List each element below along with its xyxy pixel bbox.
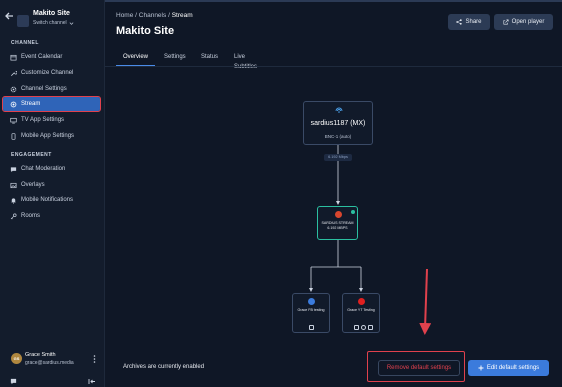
chevron-down-icon — [69, 21, 74, 25]
destination-toggle[interactable] — [368, 325, 373, 330]
gear-icon — [10, 86, 17, 92]
tab-status[interactable]: Status — [194, 52, 225, 66]
sidebar-item-chat-moderation[interactable]: Chat Moderation — [3, 162, 100, 176]
open-player-label: Open player — [511, 19, 545, 25]
open-player-button[interactable]: Open player — [494, 14, 553, 30]
remove-default-settings-label: Remove default settings — [386, 365, 452, 371]
image-icon — [10, 182, 17, 188]
destination-toggle[interactable] — [309, 325, 314, 330]
sidebar-item-label: Channel Settings — [21, 86, 67, 92]
calendar-icon — [10, 54, 17, 60]
destination-title: Grace FB testing — [297, 308, 325, 312]
sidebar-item-label: Event Calendar — [21, 54, 63, 60]
more-options-icon[interactable] — [92, 354, 97, 364]
phone-icon — [11, 132, 16, 140]
annotation-arrow — [419, 268, 432, 335]
destination-facebook[interactable]: Grace FB testing — [292, 293, 330, 333]
tab-overview[interactable]: Overview — [116, 52, 156, 66]
sidebar-item-label: Mobile App Settings — [21, 133, 75, 139]
destination-settings-icon[interactable] — [354, 325, 359, 330]
back-arrow-icon[interactable] — [4, 11, 14, 21]
user-profile: GS Grace Smith grace@sardius.media — [0, 346, 105, 372]
share-button[interactable]: Share — [448, 14, 490, 30]
bitrate-badge: 6.192 Mbps — [324, 154, 352, 161]
section-label-channel: CHANNEL — [11, 40, 39, 46]
avatar[interactable]: GS — [11, 353, 22, 364]
breadcrumb-current: Stream — [171, 12, 193, 19]
feedback-icon[interactable] — [10, 378, 17, 385]
sidebar-item-customize-channel[interactable]: Customize Channel — [3, 66, 100, 80]
sidebar-item-mobile-app-settings[interactable]: Mobile App Settings — [3, 129, 100, 143]
destination-youtube[interactable]: Grace YT Testing — [342, 293, 380, 333]
sidebar-item-label: Rooms — [21, 213, 41, 219]
section-label-engagement: ENGAGEMENT — [11, 152, 52, 158]
sidebar-item-tv-app-settings[interactable]: TV App Settings — [3, 113, 100, 127]
share-icon — [456, 19, 463, 25]
youtube-icon — [358, 298, 365, 305]
site-header: Makito Site Switch channel — [0, 6, 105, 30]
source-node[interactable]: sardius1187 (MX) BNC-1 (auto) — [303, 101, 373, 145]
source-title: sardius1187 (MX) — [310, 120, 366, 127]
user-email: grace@sardius.media — [25, 360, 74, 366]
user-name: Grace Smith — [25, 352, 56, 358]
sidebar-item-label: Mobile Notifications — [21, 197, 74, 203]
switch-channel-label: Switch channel — [33, 20, 67, 26]
site-name: Makito Site — [33, 10, 70, 17]
sidebar-item-label: Stream — [21, 101, 41, 107]
site-thumbnail — [17, 15, 29, 27]
key-icon — [10, 213, 17, 219]
status-badge — [351, 210, 355, 214]
sardius-stream-node[interactable]: SARDIUS STREAM 6.192 MBPS — [317, 206, 358, 240]
tab-live-subtitles[interactable]: Live Subtitles — [227, 52, 264, 70]
sidebar-item-label: Chat Moderation — [21, 166, 66, 172]
stream-title: SARDIUS STREAM — [321, 221, 354, 225]
facebook-icon — [308, 298, 315, 305]
page-title: Makito Site — [116, 25, 175, 37]
sidebar-item-label: Overlays — [21, 182, 45, 188]
sidebar-item-rooms[interactable]: Rooms — [3, 209, 100, 223]
switch-channel-button[interactable]: Switch channel — [33, 20, 74, 26]
chat-icon — [10, 166, 17, 172]
share-label: Share — [465, 19, 482, 25]
sidebar-item-overlays[interactable]: Overlays — [3, 178, 100, 192]
tab-settings[interactable]: Settings — [157, 52, 193, 66]
breadcrumb-home[interactable]: Home — [116, 12, 133, 19]
stream-icon — [10, 101, 17, 107]
destination-title: Grace YT Testing — [347, 308, 375, 312]
stream-bitrate: 6.192 MBPS — [327, 226, 348, 230]
stream-diagram: sardius1187 (MX) BNC-1 (auto) 6.192 Mbps… — [105, 67, 562, 387]
sidebar-item-mobile-notifications[interactable]: Mobile Notifications — [3, 193, 100, 207]
source-subtitle: BNC-1 (auto) — [324, 134, 352, 139]
encoder-icon — [335, 107, 343, 113]
plus-icon — [478, 365, 484, 371]
sidebar-item-label: Customize Channel — [21, 70, 74, 76]
remove-default-settings-button[interactable]: Remove default settings — [378, 360, 460, 376]
sidebar-item-stream[interactable]: Stream — [2, 96, 101, 112]
sidebar-item-label: TV App Settings — [21, 117, 65, 123]
collapse-sidebar-icon[interactable] — [88, 378, 96, 385]
edit-default-settings-button[interactable]: Edit default settings — [468, 360, 549, 376]
tv-icon — [10, 117, 17, 123]
sidebar: Makito Site Switch channel CHANNEL Event… — [0, 0, 105, 387]
sidebar-item-channel-settings[interactable]: Channel Settings — [3, 82, 100, 96]
wrench-icon — [11, 70, 17, 76]
sidebar-item-event-calendar[interactable]: Event Calendar — [3, 50, 100, 64]
archives-status: Archives are currently enabled — [123, 364, 205, 370]
breadcrumb-channels[interactable]: Channels — [139, 12, 166, 19]
external-link-icon — [503, 19, 509, 25]
breadcrumb: Home / Channels / Stream — [116, 12, 193, 19]
edit-default-settings-label: Edit default settings — [486, 365, 540, 371]
destination-info-icon[interactable] — [361, 325, 366, 330]
bell-icon — [11, 197, 16, 204]
sardius-logo-icon — [335, 211, 342, 218]
